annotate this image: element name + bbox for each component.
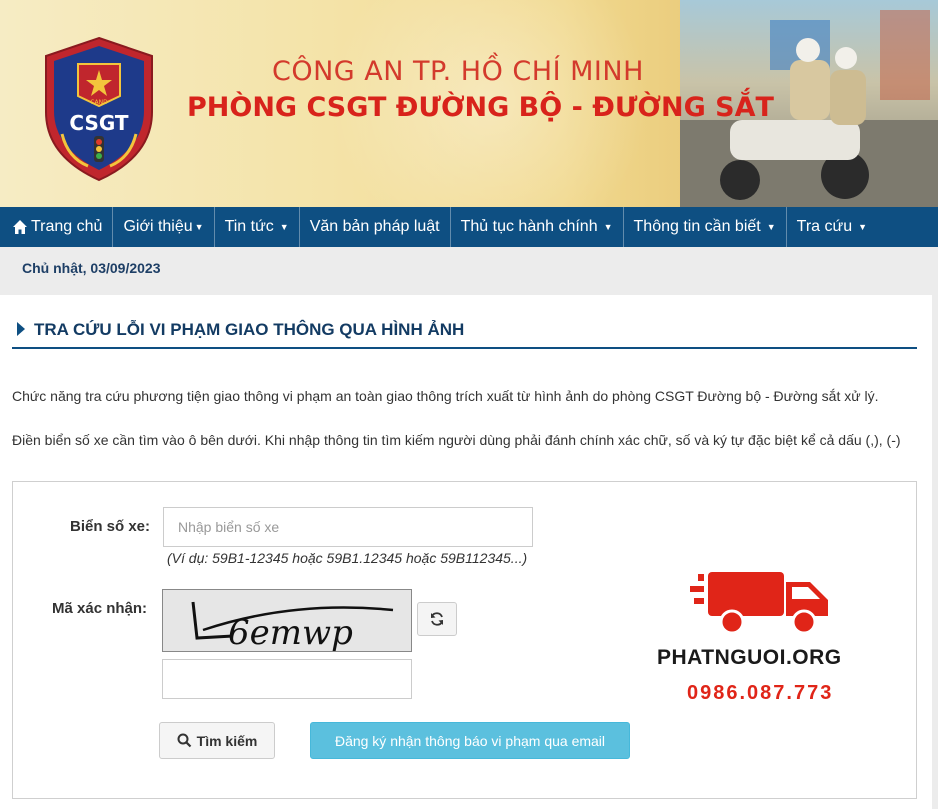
header-title-line2: PHÒNG CSGT ĐƯỜNG BỘ - ĐƯỜNG SẮT bbox=[187, 92, 774, 123]
header-title-line1: CÔNG AN TP. HỒ CHÍ MINH bbox=[272, 56, 644, 87]
refresh-icon bbox=[431, 612, 443, 626]
nav-item-label: Tin tức bbox=[224, 218, 274, 235]
current-date: Chủ nhật, 03/09/2023 bbox=[22, 260, 161, 276]
badge-top-text: CAND bbox=[90, 99, 108, 106]
nav-item-label: Giới thiệu bbox=[123, 218, 193, 235]
nav-item-label: Trang chủ bbox=[31, 218, 103, 235]
caret-right-icon bbox=[17, 322, 25, 336]
home-icon bbox=[13, 220, 27, 234]
caret-down-icon: ▼ bbox=[194, 222, 204, 232]
main-content: TRA CỨU LỖI VI PHẠM GIAO THÔNG QUA HÌNH … bbox=[0, 295, 932, 809]
captcha-label: Mã xác nhận: bbox=[52, 600, 148, 617]
section-title: TRA CỨU LỖI VI PHẠM GIAO THÔNG QUA HÌNH … bbox=[34, 320, 465, 339]
watermark-phone: 0986.087.773 bbox=[687, 682, 834, 704]
caret-down-icon: ▼ bbox=[603, 222, 613, 232]
main-nav: Trang chủ Giới thiệu ▼ Tin tức ▼ Văn bản… bbox=[0, 207, 938, 247]
plate-number-input[interactable] bbox=[163, 507, 533, 547]
nav-item-label: Văn bản pháp luật bbox=[309, 218, 440, 235]
nav-item-label: Thông tin cần biết bbox=[633, 218, 761, 235]
caret-down-icon: ▼ bbox=[858, 222, 868, 232]
search-icon bbox=[177, 733, 191, 748]
section-header: TRA CỨU LỖI VI PHẠM GIAO THÔNG QUA HÌNH … bbox=[12, 317, 917, 349]
section-description: Chức năng tra cứu phương tiện giao thông… bbox=[12, 388, 879, 404]
captcha-input[interactable] bbox=[162, 659, 412, 699]
header-banner: CSGT CAND CÔNG AN TP. HỒ CHÍ MINH PHÒNG … bbox=[0, 0, 938, 207]
caret-down-icon: ▼ bbox=[279, 222, 289, 232]
delivery-truck-icon bbox=[688, 568, 838, 638]
section-instructions: Điền biển số xe cần tìm vào ô bên dưới. … bbox=[12, 432, 901, 448]
plate-label: Biển số xe: bbox=[70, 518, 151, 535]
nav-item-about[interactable]: Giới thiệu ▼ bbox=[113, 207, 215, 247]
nav-item-label: Thủ tục hành chính bbox=[460, 218, 598, 235]
refresh-captcha-button[interactable] bbox=[417, 602, 457, 636]
captcha-image: 6emwp bbox=[162, 589, 412, 652]
caret-down-icon: ▼ bbox=[766, 222, 776, 232]
nav-item-legal-docs[interactable]: Văn bản pháp luật bbox=[300, 207, 451, 247]
search-button[interactable]: Tìm kiếm bbox=[159, 722, 275, 759]
watermark-brand: PHATNGUOI.ORG bbox=[657, 646, 842, 669]
csgt-badge-logo: CSGT CAND bbox=[38, 34, 160, 182]
nav-item-label: Tra cứu bbox=[796, 218, 853, 235]
email-subscribe-button[interactable]: Đăng ký nhận thông báo vi phạm qua email bbox=[310, 722, 630, 759]
badge-text: CSGT bbox=[69, 111, 129, 135]
date-bar: Chủ nhật, 03/09/2023 bbox=[0, 247, 938, 289]
nav-item-procedures[interactable]: Thủ tục hành chính ▼ bbox=[451, 207, 624, 247]
plate-example: (Ví dụ: 59B1-12345 hoặc 59B1.12345 hoặc … bbox=[167, 550, 528, 566]
nav-item-info[interactable]: Thông tin cần biết ▼ bbox=[624, 207, 787, 247]
nav-item-lookup[interactable]: Tra cứu ▼ bbox=[787, 207, 877, 247]
lookup-form: Biển số xe: (Ví dụ: 59B1-12345 hoặc 59B1… bbox=[12, 481, 917, 799]
nav-item-home[interactable]: Trang chủ bbox=[0, 207, 114, 247]
nav-item-news[interactable]: Tin tức ▼ bbox=[215, 207, 300, 247]
search-button-label: Tìm kiếm bbox=[196, 732, 258, 749]
